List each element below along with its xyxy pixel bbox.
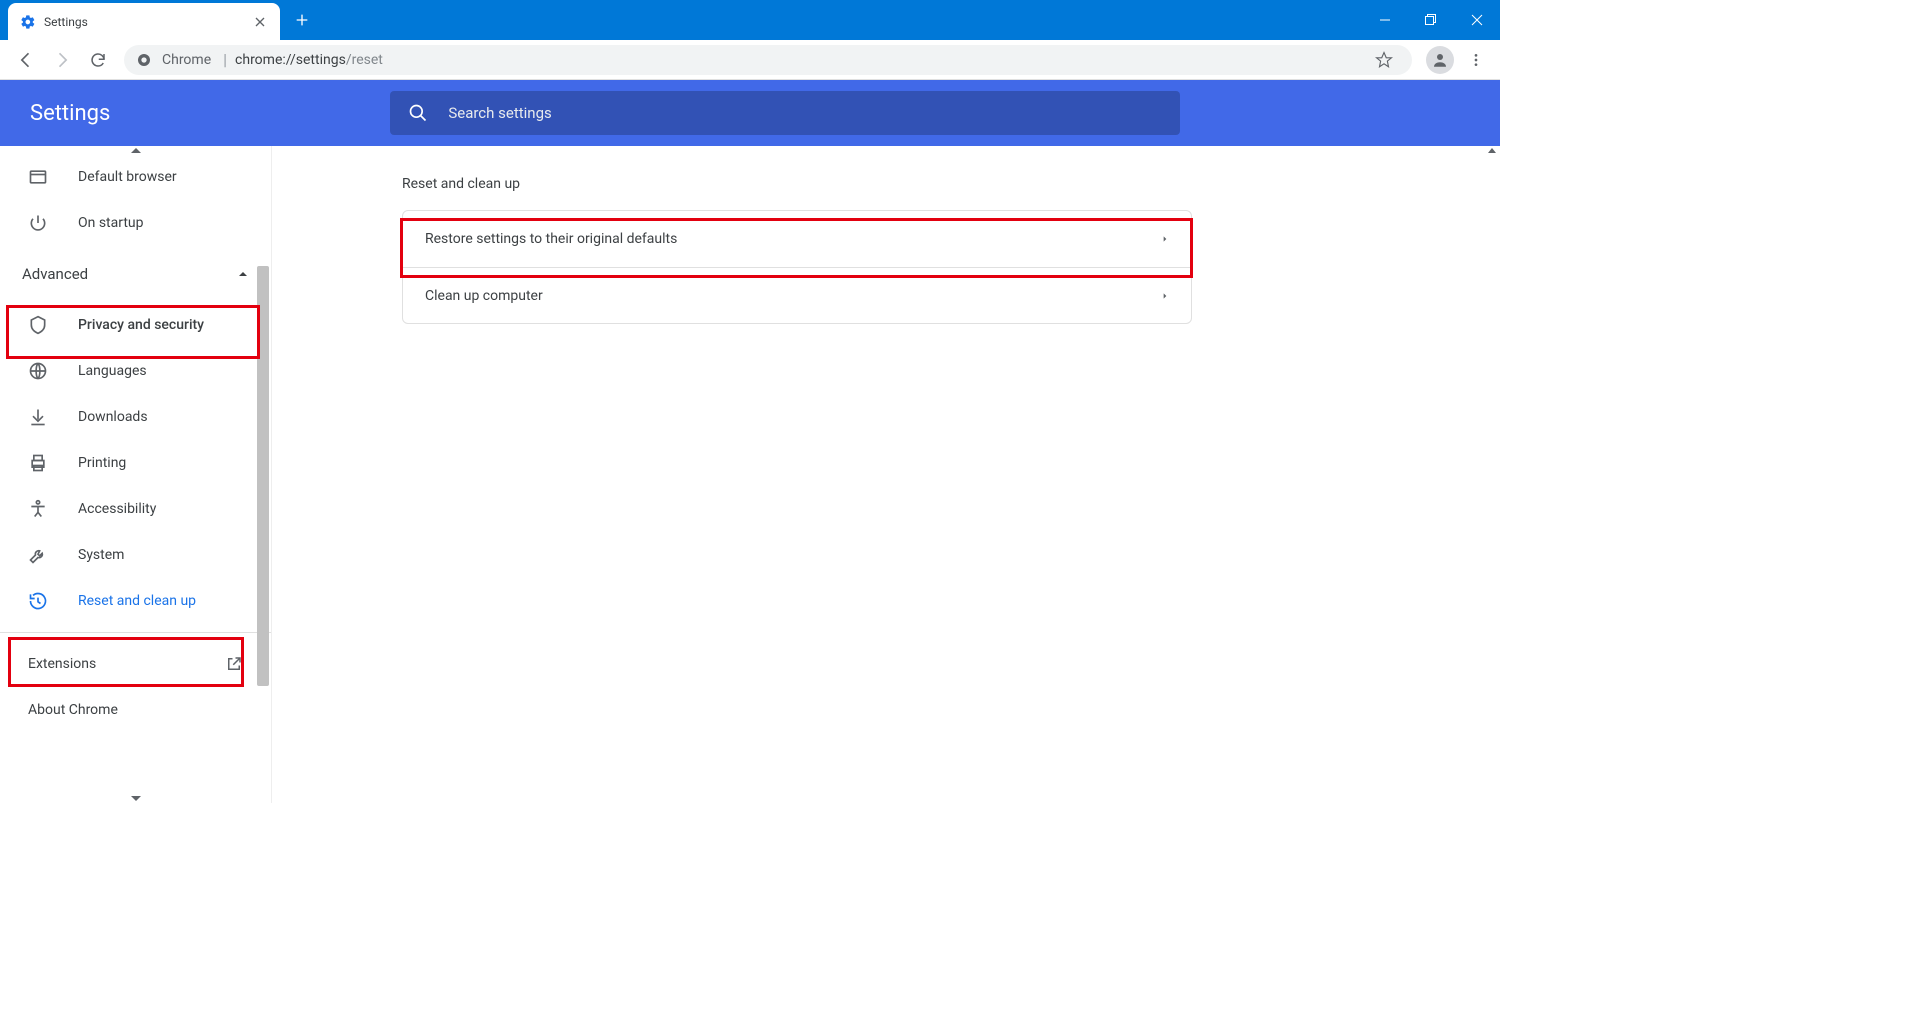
bookmark-star-icon[interactable] — [1368, 44, 1400, 76]
forward-button[interactable] — [44, 42, 80, 78]
close-icon[interactable] — [252, 14, 268, 30]
shield-icon — [28, 315, 48, 335]
chevron-right-icon — [1161, 233, 1169, 245]
search-icon — [408, 103, 428, 123]
chevron-right-icon — [1161, 290, 1169, 302]
main-scrollbar[interactable] — [1484, 146, 1500, 803]
sidebar-item-privacy[interactable]: Privacy and security — [0, 302, 271, 348]
sidebar-item-on-startup[interactable]: On startup — [0, 200, 271, 246]
settings-header: Settings Search settings — [0, 80, 1500, 146]
row-cleanup-computer[interactable]: Clean up computer — [403, 267, 1191, 323]
sidebar-item-extensions[interactable]: Extensions — [0, 641, 271, 687]
globe-icon — [28, 361, 48, 381]
address-bar[interactable]: Chrome | chrome://settings/reset — [124, 45, 1412, 75]
chrome-icon — [136, 52, 152, 68]
sidebar-item-label: Extensions — [28, 656, 96, 672]
print-icon — [28, 453, 48, 473]
download-icon — [28, 407, 48, 427]
sidebar-item-label: Printing — [78, 455, 126, 471]
maximize-button[interactable] — [1408, 0, 1454, 40]
reload-button[interactable] — [80, 42, 116, 78]
row-label: Clean up computer — [425, 288, 543, 304]
sidebar-item-label: Default browser — [78, 169, 177, 185]
browser-tab[interactable]: Settings — [8, 3, 280, 40]
accessibility-icon — [28, 499, 48, 519]
sidebar-item-label: Accessibility — [78, 501, 156, 517]
wrench-icon — [28, 545, 48, 565]
new-tab-button[interactable] — [288, 6, 316, 34]
reset-card: Restore settings to their original defau… — [402, 210, 1192, 324]
sidebar-section-advanced[interactable]: Advanced — [0, 246, 271, 302]
sidebar-item-printing[interactable]: Printing — [0, 440, 271, 486]
scroll-up-icon — [1488, 148, 1496, 153]
external-link-icon — [225, 655, 243, 673]
sidebar-item-system[interactable]: System — [0, 532, 271, 578]
sidebar-item-label: On startup — [78, 215, 144, 231]
back-button[interactable] — [8, 42, 44, 78]
sidebar-item-languages[interactable]: Languages — [0, 348, 271, 394]
power-icon — [28, 213, 48, 233]
gear-icon — [20, 14, 36, 30]
sidebar-item-downloads[interactable]: Downloads — [0, 394, 271, 440]
settings-search-input[interactable]: Search settings — [390, 91, 1180, 135]
browser-toolbar: Chrome | chrome://settings/reset — [0, 40, 1500, 80]
sidebar-item-reset[interactable]: Reset and clean up — [0, 578, 271, 624]
row-label: Restore settings to their original defau… — [425, 231, 677, 247]
minimize-button[interactable] — [1362, 0, 1408, 40]
sidebar-item-label: Languages — [78, 363, 147, 379]
scroll-down-icon[interactable] — [131, 796, 141, 801]
sidebar-item-label: Downloads — [78, 409, 148, 425]
browser-window-icon — [28, 167, 48, 187]
sidebar-item-label: System — [78, 547, 124, 563]
browser-menu-button[interactable] — [1460, 44, 1492, 76]
settings-body: Search engine Default browser On startup… — [0, 146, 1500, 803]
sidebar-item-label: About Chrome — [28, 702, 118, 718]
sidebar-item-label: Privacy and security — [78, 317, 204, 333]
profile-avatar[interactable] — [1426, 46, 1454, 74]
window-titlebar: Settings — [0, 0, 1500, 40]
omnibox-scheme-label: Chrome — [162, 52, 211, 68]
sidebar-item-default-browser[interactable]: Default browser — [0, 154, 271, 200]
omnibox-url: chrome://settings/reset — [235, 52, 383, 68]
restore-icon — [28, 591, 48, 611]
sidebar-scrollbar[interactable] — [255, 146, 271, 803]
sidebar-item-search-engine[interactable]: Search engine — [0, 146, 271, 154]
sidebar-section-label: Advanced — [22, 265, 88, 283]
sidebar-item-about[interactable]: About Chrome — [0, 687, 271, 733]
section-title: Reset and clean up — [402, 176, 1500, 192]
window-controls — [1362, 0, 1500, 40]
settings-sidebar[interactable]: Search engine Default browser On startup… — [0, 146, 272, 803]
row-restore-defaults[interactable]: Restore settings to their original defau… — [403, 211, 1191, 267]
chevron-up-icon — [237, 268, 249, 280]
scrollbar-thumb[interactable] — [257, 266, 269, 686]
settings-main: Reset and clean up Restore settings to t… — [272, 146, 1500, 803]
sidebar-item-accessibility[interactable]: Accessibility — [0, 486, 271, 532]
page-title: Settings — [30, 101, 110, 126]
sidebar-item-label: Reset and clean up — [78, 593, 196, 609]
tab-title: Settings — [44, 15, 252, 29]
divider — [0, 632, 271, 633]
close-window-button[interactable] — [1454, 0, 1500, 40]
omnibox-separator: | — [223, 50, 227, 69]
search-placeholder: Search settings — [448, 104, 551, 122]
